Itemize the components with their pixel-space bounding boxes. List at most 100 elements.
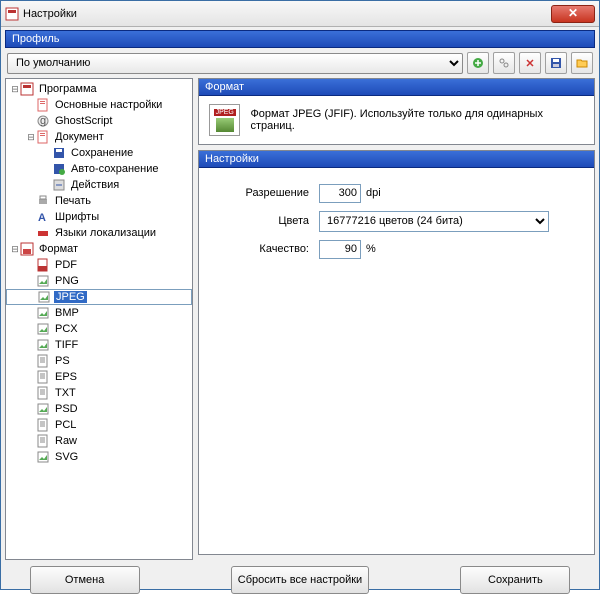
tree-twisty[interactable]: ⊟ <box>10 244 20 255</box>
txt-icon <box>36 370 50 384</box>
tree-item-label: Формат <box>37 243 80 255</box>
tree-item-label: Шрифты <box>53 211 101 223</box>
tree-item-основные настройки[interactable]: Основные настройки <box>6 97 192 113</box>
tree-item-raw[interactable]: Raw <box>6 433 192 449</box>
img-icon <box>36 450 50 464</box>
tree-item-ghostscript[interactable]: gGhostScript <box>6 113 192 129</box>
settings-window: Настройки ✕ Профиль По умолчанию ⊟ Програ… <box>0 0 600 590</box>
resolution-input[interactable] <box>319 184 361 203</box>
profile-select[interactable]: По умолчанию <box>7 53 463 74</box>
tree-item-формат[interactable]: ⊟ Формат <box>6 241 192 257</box>
settings-group: Настройки Разрешение dpi Цвета 16777216 … <box>198 150 595 555</box>
tree-item-label: Документ <box>53 131 106 143</box>
tree-item-label: Печать <box>53 195 93 207</box>
img-icon <box>36 338 50 352</box>
profile-add-button[interactable] <box>467 52 489 74</box>
txt-icon <box>36 354 50 368</box>
tree-item-label: PNG <box>53 275 81 287</box>
jpeg-icon: JPEG <box>209 104 240 136</box>
act-icon <box>52 178 66 192</box>
tree-item-шрифты[interactable]: A Шрифты <box>6 209 192 225</box>
tree-item-языки локализации[interactable]: Языки локализации <box>6 225 192 241</box>
tree-item-label: SVG <box>53 451 80 463</box>
svg-text:g: g <box>40 115 46 127</box>
tree-item-tiff[interactable]: TIFF <box>6 337 192 353</box>
quality-input[interactable] <box>319 240 361 259</box>
window-title: Настройки <box>23 8 77 20</box>
tree-item-label: BMP <box>53 307 81 319</box>
tree-item-txt[interactable]: TXT <box>6 385 192 401</box>
img-icon <box>36 402 50 416</box>
right-pane: Формат JPEG Формат JPEG (JFIF). Использу… <box>198 78 595 560</box>
tree-item-label: PDF <box>53 259 79 271</box>
img-icon <box>36 322 50 336</box>
tree-item-действия[interactable]: Действия <box>6 177 192 193</box>
tree-item-svg[interactable]: SVG <box>6 449 192 465</box>
tree-item-авто-сохранение[interactable]: Авто-сохранение <box>6 161 192 177</box>
tree-item-label: Авто-сохранение <box>69 163 161 175</box>
tree-item-документ[interactable]: ⊟ Документ <box>6 129 192 145</box>
profile-toolbar: По умолчанию <box>1 48 599 78</box>
img-icon <box>36 306 50 320</box>
tree-item-label: Основные настройки <box>53 99 164 111</box>
txt-icon <box>36 418 50 432</box>
doc-icon <box>36 130 50 144</box>
tree-item-ps[interactable]: PS <box>6 353 192 369</box>
gs-icon: g <box>36 114 50 128</box>
quality-unit: % <box>366 243 376 255</box>
profile-save-button[interactable] <box>545 52 567 74</box>
format-description: Формат JPEG (JFIF). Используйте только д… <box>250 108 584 132</box>
tree-item-label: TIFF <box>53 339 80 351</box>
tree-item-label: Raw <box>53 435 79 447</box>
pdf-icon <box>36 258 50 272</box>
nav-tree[interactable]: ⊟ Программа Основные настройки gGhostScript… <box>5 78 193 560</box>
resolution-unit: dpi <box>366 187 381 199</box>
tree-item-label: TXT <box>53 387 78 399</box>
tree-item-печать[interactable]: Печать <box>6 193 192 209</box>
tree-item-label: Программа <box>37 83 99 95</box>
tree-item-label: PSD <box>53 403 80 415</box>
titlebar: Настройки ✕ <box>1 1 599 27</box>
svg-text:A: A <box>38 212 46 224</box>
tree-item-psd[interactable]: PSD <box>6 401 192 417</box>
format-group-header: Формат <box>199 79 594 96</box>
tree-item-label: PCL <box>53 419 78 431</box>
button-row: Отмена Сбросить все настройки Сохранить <box>1 560 599 600</box>
quality-label: Качество: <box>209 243 319 255</box>
tree-item-сохранение[interactable]: Сохранение <box>6 145 192 161</box>
txt-icon <box>36 386 50 400</box>
tree-item-label: Сохранение <box>69 147 135 159</box>
tree-twisty[interactable]: ⊟ <box>26 132 36 143</box>
tree-item-label: PS <box>53 355 72 367</box>
resolution-label: Разрешение <box>209 187 319 199</box>
tree-item-jpeg[interactable]: JPEG <box>6 289 192 305</box>
print-icon <box>36 194 50 208</box>
tree-item-pcl[interactable]: PCL <box>6 417 192 433</box>
profile-header: Профиль <box>5 30 595 48</box>
tree-item-label: JPEG <box>54 291 87 303</box>
content-area: ⊟ Программа Основные настройки gGhostScript… <box>1 78 599 560</box>
tree-item-pdf[interactable]: PDF <box>6 257 192 273</box>
tree-item-eps[interactable]: EPS <box>6 369 192 385</box>
tree-item-label: PCX <box>53 323 80 335</box>
tree-item-label: Языки локализации <box>53 227 158 239</box>
profile-delete-button[interactable] <box>519 52 541 74</box>
tree-item-label: EPS <box>53 371 79 383</box>
colors-select[interactable]: 16777216 цветов (24 бита) <box>319 211 549 232</box>
settings-group-header: Настройки <box>199 151 594 168</box>
tree-item-bmp[interactable]: BMP <box>6 305 192 321</box>
tree-item-png[interactable]: PNG <box>6 273 192 289</box>
app-icon <box>20 82 34 96</box>
tree-item-программа[interactable]: ⊟ Программа <box>6 81 192 97</box>
tree-item-pcx[interactable]: PCX <box>6 321 192 337</box>
tree-twisty[interactable]: ⊟ <box>10 84 20 95</box>
close-button[interactable]: ✕ <box>551 5 595 23</box>
profile-link-button[interactable] <box>493 52 515 74</box>
app-icon <box>5 7 19 21</box>
img-icon <box>37 290 51 304</box>
doc-icon <box>36 98 50 112</box>
profile-open-button[interactable] <box>571 52 593 74</box>
fmt-icon <box>20 242 34 256</box>
save-icon <box>52 146 66 160</box>
img-icon <box>36 274 50 288</box>
